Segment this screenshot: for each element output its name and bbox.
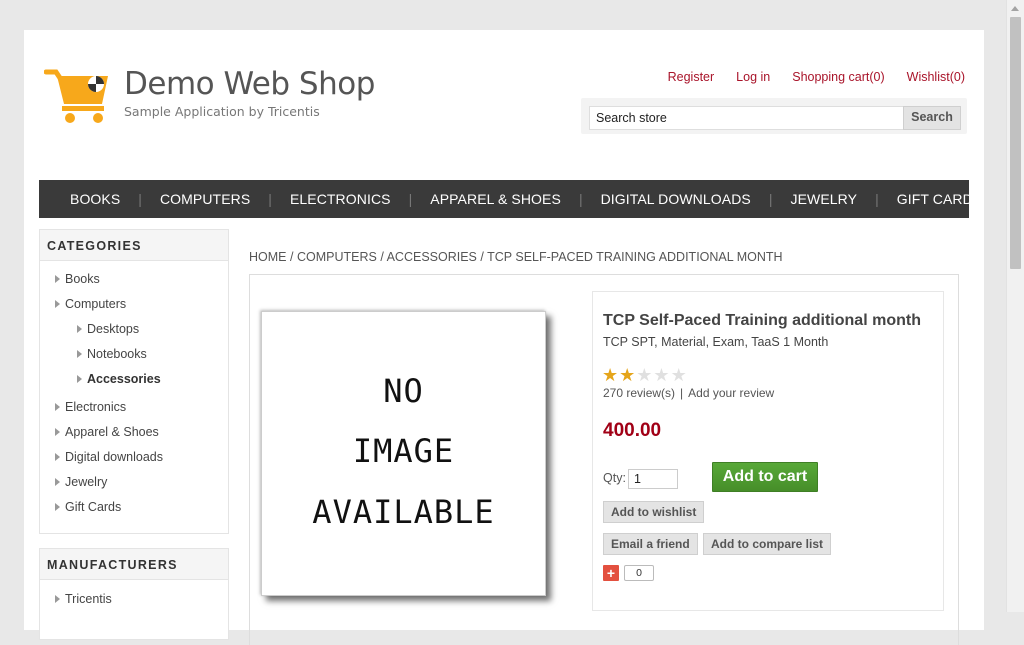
reviews-link[interactable]: 270 review(s)	[603, 386, 675, 400]
triangle-right-icon	[77, 325, 82, 333]
search-input[interactable]: Search store	[589, 106, 905, 130]
share-count: 0	[624, 565, 654, 581]
product-name: TCP Self-Paced Training additional month	[603, 312, 921, 329]
triangle-right-icon	[55, 300, 60, 308]
category-digital-downloads[interactable]: Digital downloads	[40, 447, 228, 472]
manufacturers-list: Tricentis	[40, 580, 228, 620]
star-empty-icon: ★	[653, 365, 670, 386]
manufacturers-title: MANUFACTURERS	[40, 549, 228, 580]
category-accessories[interactable]: Accessories	[40, 369, 228, 394]
category-label: Electronics	[65, 400, 127, 414]
quantity-input[interactable]: 1	[628, 469, 678, 489]
categories-block: CATEGORIES Books Computers Desktops Note…	[39, 229, 229, 534]
menu-item-computers[interactable]: COMPUTERS	[142, 191, 268, 207]
site-title[interactable]: Demo Web Shop	[124, 66, 375, 102]
search-button[interactable]: Search	[903, 106, 961, 130]
product-overview: TCP Self-Paced Training additional month…	[592, 291, 944, 611]
scroll-up-arrow-icon[interactable]	[1011, 6, 1019, 11]
breadcrumb-separator: /	[380, 250, 384, 264]
email-friend-button[interactable]: Email a friend	[603, 533, 698, 555]
manufacturer-label: Tricentis	[65, 592, 112, 606]
category-label: Computers	[65, 297, 127, 311]
scrollbar-thumb[interactable]	[1010, 17, 1021, 269]
categories-title: CATEGORIES	[40, 230, 228, 261]
breadcrumb-computers[interactable]: COMPUTERS	[297, 250, 377, 264]
triangle-right-icon	[55, 478, 60, 486]
category-label: Apparel & Shoes	[65, 425, 159, 439]
share-plus-icon[interactable]: +	[603, 565, 619, 581]
header-links: Register Log in Shopping cart(0) Wishlis…	[646, 70, 965, 84]
star-filled-icon: ★	[619, 365, 636, 386]
manufacturers-block: MANUFACTURERS Tricentis	[39, 548, 229, 640]
star-filled-icon: ★	[602, 365, 619, 386]
triangle-right-icon	[55, 453, 60, 461]
top-menu: BOOKS | COMPUTERS | ELECTRONICS | APPARE…	[39, 180, 982, 218]
category-label: Books	[65, 272, 100, 286]
menu-item-books[interactable]: BOOKS	[39, 191, 138, 207]
site-subtitle: Sample Application by Tricentis	[124, 104, 320, 119]
category-notebooks[interactable]: Notebooks	[40, 344, 228, 369]
star-empty-icon: ★	[636, 365, 653, 386]
shopping-cart-logo-icon[interactable]	[44, 66, 112, 124]
login-link[interactable]: Log in	[736, 70, 770, 84]
wishlist-link[interactable]: Wishlist(0)	[907, 70, 965, 84]
triangle-right-icon	[55, 503, 60, 511]
category-electronics[interactable]: Electronics	[40, 397, 228, 422]
no-image-line: NO	[383, 372, 424, 410]
category-jewelry[interactable]: Jewelry	[40, 472, 228, 497]
category-books[interactable]: Books	[40, 269, 228, 294]
review-separator: |	[680, 386, 684, 400]
triangle-right-icon	[55, 275, 60, 283]
shopping-cart-link[interactable]: Shopping cart(0)	[792, 70, 884, 84]
triangle-right-icon	[55, 595, 60, 603]
manufacturer-tricentis[interactable]: Tricentis	[40, 589, 228, 614]
add-to-compare-button[interactable]: Add to compare list	[703, 533, 832, 555]
breadcrumb-current: TCP SELF-PACED TRAINING ADDITIONAL MONTH	[487, 250, 783, 264]
triangle-right-icon	[77, 375, 82, 383]
product-price: 400.00	[603, 420, 662, 441]
review-links: 270 review(s) | Add your review	[603, 386, 774, 400]
register-link[interactable]: Register	[668, 70, 715, 84]
add-to-wishlist-button[interactable]: Add to wishlist	[603, 501, 705, 523]
breadcrumb-separator: /	[289, 250, 294, 264]
menu-item-gift-cards[interactable]: GIFT CARDS	[879, 191, 1001, 207]
add-to-cart-button[interactable]: Add to cart	[712, 462, 818, 492]
category-label: Desktops	[87, 322, 140, 336]
search-box: Search store Search	[581, 98, 967, 134]
page-container: Demo Web Shop Sample Application by Tric…	[24, 30, 984, 645]
triangle-right-icon	[77, 350, 82, 358]
product-image[interactable]: NO IMAGE AVAILABLE	[261, 311, 546, 596]
category-computers[interactable]: Computers	[40, 294, 228, 319]
product-short-description: TCP SPT, Material, Exam, TaaS 1 Month	[603, 335, 829, 349]
product-details: NO IMAGE AVAILABLE TCP Self-Paced Traini…	[249, 274, 959, 645]
breadcrumb-separator: /	[480, 250, 484, 264]
category-label: Accessories	[87, 372, 161, 386]
share-widget: + 0	[603, 565, 654, 581]
triangle-right-icon	[55, 403, 60, 411]
category-label: Gift Cards	[65, 500, 122, 514]
category-apparel-shoes[interactable]: Apparel & Shoes	[40, 422, 228, 447]
triangle-right-icon	[55, 428, 60, 436]
menu-item-digital-downloads[interactable]: DIGITAL DOWNLOADS	[583, 191, 769, 207]
breadcrumb-home[interactable]: HOME	[249, 250, 287, 264]
product-rating: ★ ★ ★ ★ ★	[602, 365, 687, 386]
breadcrumb: HOME / COMPUTERS / ACCESSORIES / TCP SEL…	[249, 250, 783, 264]
menu-item-jewelry[interactable]: JEWELRY	[773, 191, 876, 207]
add-review-link[interactable]: Add your review	[688, 386, 774, 400]
menu-item-apparel-shoes[interactable]: APPAREL & SHOES	[412, 191, 579, 207]
quantity-label: Qty:	[603, 471, 626, 485]
no-image-line: IMAGE	[352, 432, 455, 470]
category-desktops[interactable]: Desktops	[40, 319, 228, 344]
categories-list: Books Computers Desktops Notebooks Acces…	[40, 261, 228, 528]
vertical-scrollbar[interactable]	[1006, 0, 1024, 612]
category-gift-cards[interactable]: Gift Cards	[40, 497, 228, 522]
no-image-line: AVAILABLE	[312, 493, 495, 531]
menu-item-electronics[interactable]: ELECTRONICS	[272, 191, 409, 207]
star-empty-icon: ★	[670, 365, 687, 386]
category-label: Digital downloads	[65, 450, 163, 464]
breadcrumb-accessories[interactable]: ACCESSORIES	[387, 250, 477, 264]
category-label: Jewelry	[65, 475, 108, 489]
category-label: Notebooks	[87, 347, 147, 361]
